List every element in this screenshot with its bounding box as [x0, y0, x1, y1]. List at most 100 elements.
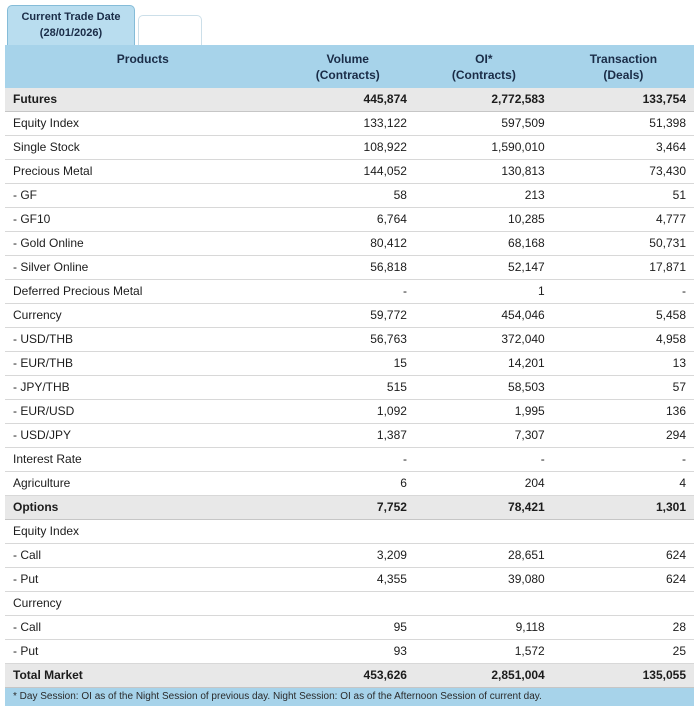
cell-volume: 6: [280, 471, 415, 496]
cell-transaction: [552, 591, 694, 616]
cell-oi: 454,046: [414, 303, 553, 328]
table-row: - USD/JPY 1,387 7,307 294: [5, 423, 694, 448]
table-row: - EUR/THB 15 14,201 13: [5, 351, 694, 376]
column-header-sub: (Deals): [603, 68, 644, 82]
cell-product: - Gold Online: [5, 231, 281, 256]
cell-volume: 15: [280, 351, 415, 376]
table-row: Single Stock 108,922 1,590,010 3,464: [5, 135, 694, 160]
column-header-label: Transaction: [589, 52, 658, 66]
column-header-products: Products: [5, 45, 281, 88]
cell-product: Deferred Precious Metal: [5, 279, 281, 304]
cell-volume: 58: [280, 183, 415, 208]
cell-volume: 1,387: [280, 423, 415, 448]
cell-product: - Put: [5, 639, 281, 664]
cell-transaction: 25: [552, 639, 694, 664]
cell-product: Agriculture: [5, 471, 281, 496]
cell-product: - Call: [5, 543, 281, 568]
cell-oi: [414, 591, 553, 616]
cell-transaction: 28: [552, 615, 694, 640]
cell-product: - JPY/THB: [5, 375, 281, 400]
cell-oi: 14,201: [414, 351, 553, 376]
cell-transaction: 135,055: [552, 663, 694, 688]
cell-volume: 6,764: [280, 207, 415, 232]
cell-product: Currency: [5, 303, 281, 328]
cell-transaction: 624: [552, 567, 694, 592]
cell-oi: 1,590,010: [414, 135, 553, 160]
cell-volume: 93: [280, 639, 415, 664]
cell-product: - EUR/THB: [5, 351, 281, 376]
tab-inactive[interactable]: [138, 15, 202, 45]
cell-product: - Call: [5, 615, 281, 640]
cell-product: Options: [5, 495, 281, 520]
cell-transaction: 3,464: [552, 135, 694, 160]
table-row: Deferred Precious Metal -1-: [5, 279, 694, 304]
cell-volume: 4,355: [280, 567, 415, 592]
table-row: - GF10 6,764 10,285 4,777: [5, 207, 694, 232]
table-row: Total Market 453,626 2,851,004 135,055: [5, 663, 694, 688]
table-row: - Call 3,209 28,651 624: [5, 543, 694, 568]
table-row: Futures 445,874 2,772,583 133,754: [5, 88, 694, 112]
cell-oi: 10,285: [414, 207, 553, 232]
cell-transaction: 4: [552, 471, 694, 496]
cell-transaction: 51: [552, 183, 694, 208]
cell-volume: [280, 591, 415, 616]
column-header-sub: [13, 67, 273, 83]
table-row: Equity Index: [5, 519, 694, 544]
cell-transaction: 17,871: [552, 255, 694, 280]
cell-oi: 130,813: [414, 159, 553, 184]
cell-oi: 2,851,004: [414, 663, 553, 688]
cell-oi: 68,168: [414, 231, 553, 256]
cell-product: - Silver Online: [5, 255, 281, 280]
tab-bar: Current Trade Date (28/01/2026): [5, 4, 694, 45]
cell-oi: 1: [414, 279, 553, 304]
cell-product: - EUR/USD: [5, 399, 281, 424]
cell-product: Total Market: [5, 663, 281, 688]
table-row: - JPY/THB 515 58,503 57: [5, 375, 694, 400]
cell-volume: 453,626: [280, 663, 415, 688]
cell-transaction: 624: [552, 543, 694, 568]
cell-oi: 204: [414, 471, 553, 496]
table-row: Currency: [5, 591, 694, 616]
tab-current-trade-date[interactable]: Current Trade Date (28/01/2026): [7, 5, 135, 45]
column-header-label: OI*: [475, 52, 493, 66]
cell-oi: 372,040: [414, 327, 553, 352]
cell-transaction: 4,958: [552, 327, 694, 352]
cell-product: Futures: [5, 88, 281, 112]
table-row: - GF 58 213 51: [5, 183, 694, 208]
table-row: Interest Rate - - -: [5, 447, 694, 472]
cell-product: Precious Metal: [5, 159, 281, 184]
market-summary-page: Current Trade Date (28/01/2026) Products…: [0, 0, 699, 706]
cell-transaction: 136: [552, 399, 694, 424]
cell-product: - USD/JPY: [5, 423, 281, 448]
cell-product: Equity Index: [5, 111, 281, 136]
cell-volume: 3,209: [280, 543, 415, 568]
cell-oi: 1,995: [414, 399, 553, 424]
cell-volume: [280, 519, 415, 544]
cell-transaction: 4,777: [552, 207, 694, 232]
table-row: Equity Index 133,122 597,509 51,398: [5, 111, 694, 136]
column-header-volume: Volume (Contracts): [280, 45, 415, 88]
cell-product: Currency: [5, 591, 281, 616]
cell-oi: -: [414, 447, 553, 472]
tab-label-line2: (28/01/2026): [39, 27, 103, 40]
cell-transaction: 1,301: [552, 495, 694, 520]
column-header-label: Products: [116, 52, 169, 66]
cell-product: Interest Rate: [5, 447, 281, 472]
cell-product: Single Stock: [5, 135, 281, 160]
cell-volume: 133,122: [280, 111, 415, 136]
cell-volume: 95: [280, 615, 415, 640]
cell-volume: 1,092: [280, 399, 415, 424]
cell-transaction: 294: [552, 423, 694, 448]
table-row: Options 7,752 78,421 1,301: [5, 495, 694, 520]
cell-volume: -: [280, 279, 415, 304]
table-body: Futures 445,874 2,772,583 133,754 Equity Ind…: [5, 88, 694, 688]
tab-label-line1: Current Trade Date: [21, 11, 121, 24]
cell-transaction: 57: [552, 375, 694, 400]
table-row: - Call 95 9,118 28: [5, 615, 694, 640]
cell-volume: 144,052: [280, 159, 415, 184]
cell-volume: 59,772: [280, 303, 415, 328]
table-row: - Put 93 1,572 25: [5, 639, 694, 664]
cell-oi: 39,080: [414, 567, 553, 592]
cell-transaction: 13: [552, 351, 694, 376]
cell-product: - Put: [5, 567, 281, 592]
